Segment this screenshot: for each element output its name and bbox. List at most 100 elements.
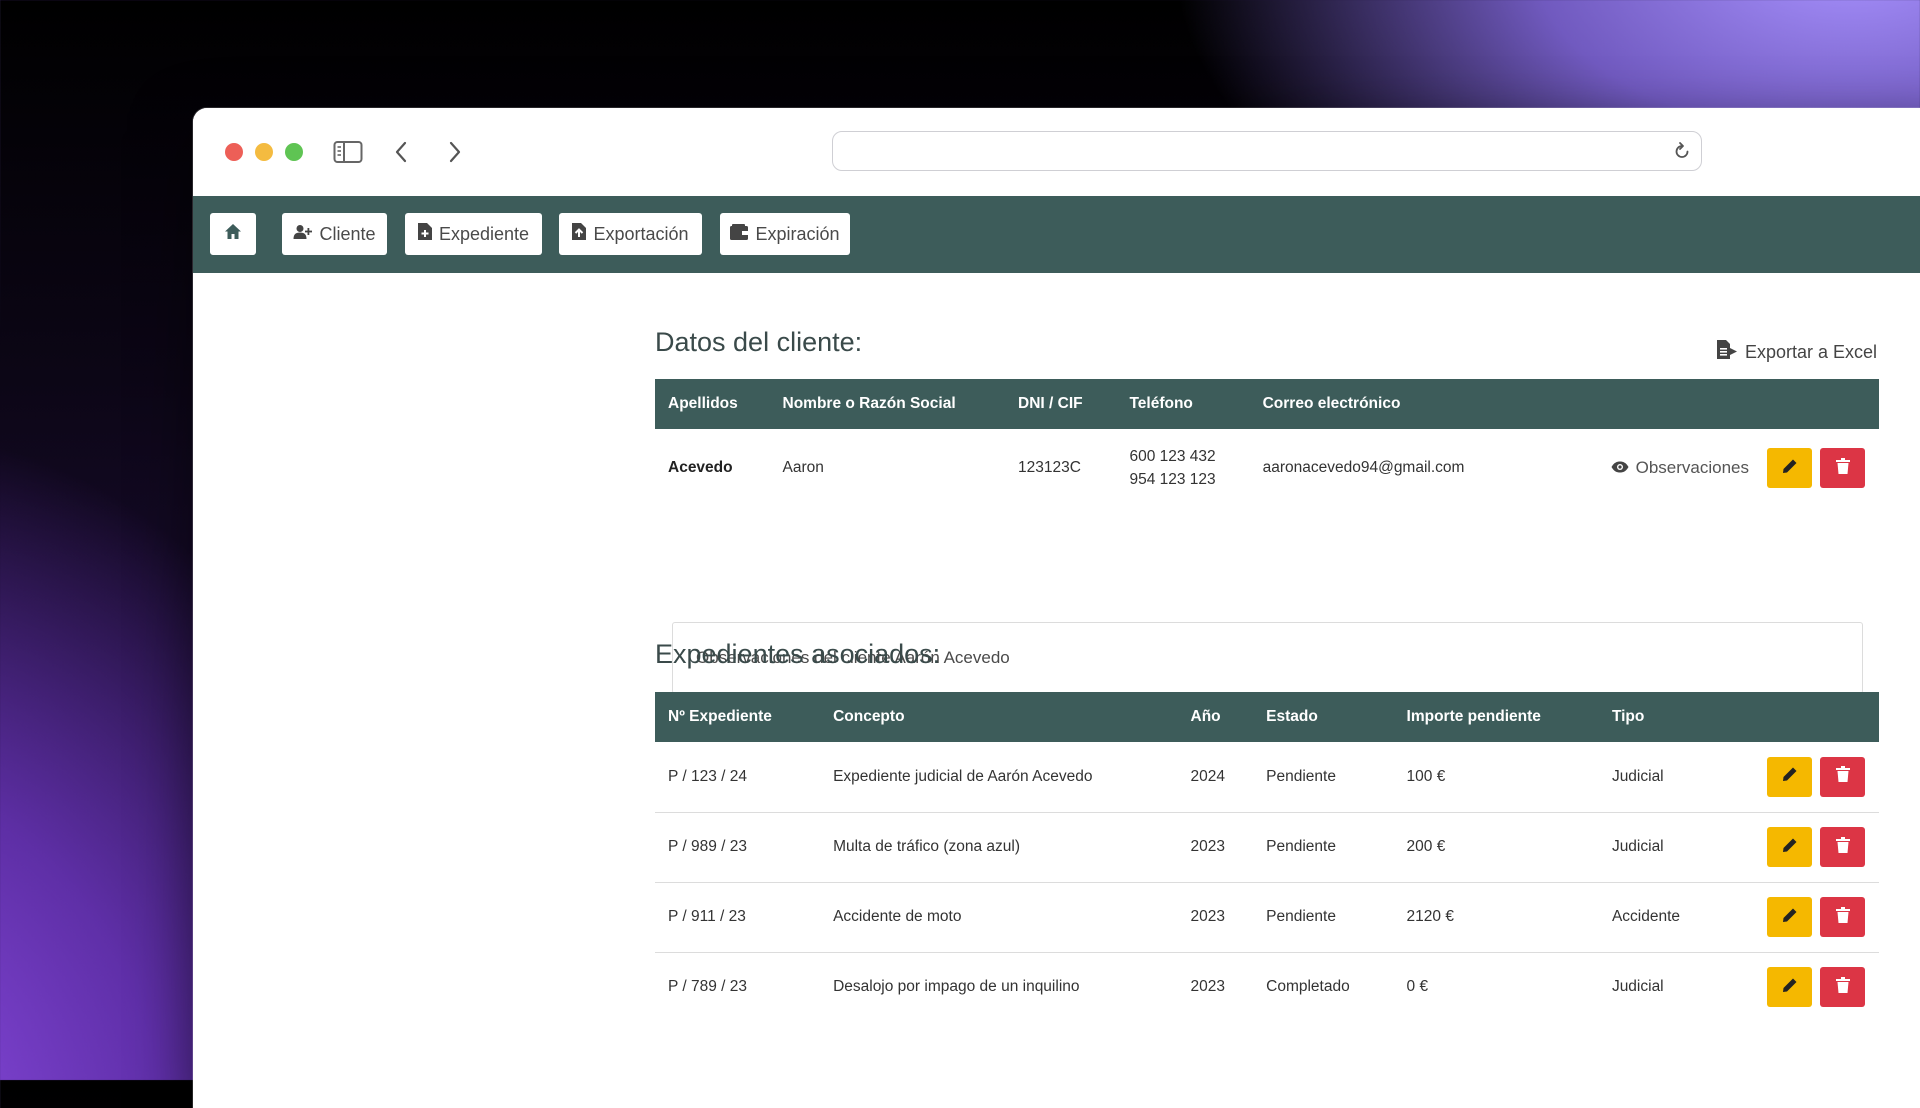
main-content: Datos del cliente: Exportar a Excel Apel…	[193, 273, 1920, 1108]
cell-file-actions	[1753, 882, 1879, 953]
cell-file-actions	[1753, 742, 1879, 813]
col-dni[interactable]: DNI / CIF	[1005, 379, 1117, 429]
cell-numero: P / 789 / 23	[668, 978, 747, 996]
col-concepto[interactable]: Concepto	[820, 692, 1178, 742]
cell-importe: 200 €	[1393, 812, 1599, 883]
cell-file-actions	[1754, 952, 1879, 1022]
col-numero[interactable]: Nº Expediente	[655, 692, 821, 742]
nav-expediente-label: Expediente	[438, 223, 530, 244]
cell-estado: Completado	[1266, 978, 1350, 996]
client-table: Apellidos Nombre o Razón Social DNI / CI…	[655, 379, 1879, 507]
cell-tipo: Judicial	[1598, 812, 1754, 883]
pencil-icon	[1782, 977, 1798, 998]
col-anio[interactable]: Año	[1177, 692, 1254, 742]
col-actions	[1597, 379, 1879, 429]
col-apellidos[interactable]: Apellidos	[655, 379, 770, 429]
cell-telefono: 600 123 432 954 123 123	[1116, 429, 1249, 507]
col-tipo[interactable]: Tipo	[1598, 692, 1754, 742]
cell-correo: aaronacevedo94@gmail.com	[1262, 459, 1465, 476]
cell-anio: 2023	[1177, 882, 1254, 953]
edit-client-button[interactable]	[1767, 448, 1812, 488]
files-table: Nº Expediente Concepto Año Estado Import…	[655, 692, 1879, 1022]
cell-anio: 2023	[1177, 812, 1254, 883]
edit-file-button[interactable]	[1767, 756, 1812, 797]
delete-file-button[interactable]	[1820, 756, 1865, 797]
maximize-window-button[interactable]	[285, 143, 303, 161]
cell-dni: 123123C	[1018, 459, 1081, 476]
edit-file-button[interactable]	[1767, 827, 1812, 867]
edit-file-button[interactable]	[1767, 897, 1812, 937]
trash-icon	[1835, 906, 1850, 928]
cell-tipo: Judicial	[1611, 978, 1664, 996]
observaciones-label: Observaciones	[1635, 458, 1749, 477]
file-row: P / 789 / 23 Desalojo por impago de un i…	[655, 952, 1879, 1022]
col-importe[interactable]: Importe pendiente	[1393, 692, 1599, 742]
top-navbar: Cliente Expediente Exportación Expiració…	[193, 196, 1920, 273]
cell-anio: 2023	[1190, 978, 1225, 996]
cell-estado: Pendiente	[1253, 742, 1394, 813]
delete-file-button[interactable]	[1820, 967, 1865, 1008]
reload-icon[interactable]	[1673, 141, 1691, 166]
col-correo[interactable]: Correo electrónico	[1249, 379, 1598, 429]
cell-actions: Observaciones	[1598, 429, 1879, 507]
cell-concepto: Accidente de moto	[820, 882, 1178, 953]
pencil-icon	[1782, 766, 1798, 787]
file-export-icon	[572, 223, 587, 245]
minimize-window-button[interactable]	[255, 143, 273, 161]
eye-icon	[1611, 458, 1629, 478]
close-window-button[interactable]	[225, 143, 243, 161]
export-excel-label: Exportar a Excel	[1745, 341, 1878, 362]
file-row: P / 911 / 23 Accidente de moto 2023 Pend…	[655, 882, 1879, 953]
browser-window: Cliente Expediente Exportación Expiració…	[193, 108, 1920, 1108]
pencil-icon	[1782, 907, 1798, 928]
file-row: P / 123 / 24 Expediente judicial de Aaró…	[655, 742, 1879, 813]
trash-icon	[1835, 766, 1850, 787]
delete-client-button[interactable]	[1820, 448, 1865, 488]
cell-anio: 2024	[1177, 742, 1254, 813]
cell-importe: 100 €	[1393, 742, 1599, 813]
chevron-right-icon[interactable]	[439, 134, 471, 170]
cell-concepto: Desalojo por impago de un inquilino	[833, 978, 1080, 996]
cell-importe: 0 €	[1406, 978, 1429, 996]
nav-exportacion-button[interactable]: Exportación	[559, 213, 702, 255]
cell-numero: P / 989 / 23	[655, 812, 821, 883]
client-table-header: Apellidos Nombre o Razón Social DNI / CI…	[655, 379, 1879, 429]
files-section-title: Expedientes asociados:	[655, 639, 941, 669]
telefono-1: 600 123 432	[1129, 448, 1216, 465]
home-icon	[224, 223, 242, 245]
nav-expiracion-label: Expiración	[755, 223, 840, 244]
cell-numero: P / 123 / 24	[655, 742, 821, 813]
nav-exportacion-label: Exportación	[593, 223, 689, 244]
nav-cliente-label: Cliente	[319, 223, 376, 244]
sidebar-icon[interactable]	[332, 134, 364, 170]
client-row: Acevedo Aaron 123123C 600 123 432 954 12…	[655, 429, 1879, 507]
chevron-left-icon[interactable]	[385, 134, 417, 170]
cell-numero: P / 911 / 23	[655, 882, 821, 953]
delete-file-button[interactable]	[1820, 897, 1865, 937]
cell-file-actions	[1753, 812, 1879, 883]
cell-nombre: Aaron	[782, 459, 824, 476]
edit-file-button[interactable]	[1767, 967, 1812, 1008]
nav-cliente-button[interactable]: Cliente	[282, 213, 387, 255]
col-telefono[interactable]: Teléfono	[1116, 379, 1250, 429]
observaciones-toggle[interactable]: Observaciones	[1611, 458, 1749, 478]
home-button[interactable]	[210, 213, 256, 255]
address-bar[interactable]	[832, 131, 1702, 171]
wallet-icon	[730, 223, 749, 245]
export-excel-link[interactable]: Exportar a Excel	[1717, 340, 1877, 364]
pencil-icon	[1782, 458, 1798, 479]
delete-file-button[interactable]	[1820, 827, 1865, 867]
file-excel-icon	[1717, 340, 1737, 364]
nav-expediente-button[interactable]: Expediente	[405, 213, 542, 255]
col-nombre[interactable]: Nombre o Razón Social	[769, 379, 1006, 429]
cell-importe: 2120 €	[1393, 882, 1599, 953]
files-table-header: Nº Expediente Concepto Año Estado Import…	[655, 692, 1879, 742]
cell-concepto: Expediente judicial de Aarón Acevedo	[820, 742, 1178, 813]
col-file-actions	[1753, 692, 1879, 742]
cell-apellidos: Acevedo	[668, 459, 733, 476]
col-estado[interactable]: Estado	[1253, 692, 1394, 742]
pencil-icon	[1782, 837, 1798, 858]
trash-icon	[1835, 836, 1850, 858]
nav-expiracion-button[interactable]: Expiración	[720, 213, 850, 255]
cell-tipo: Judicial	[1598, 742, 1754, 813]
